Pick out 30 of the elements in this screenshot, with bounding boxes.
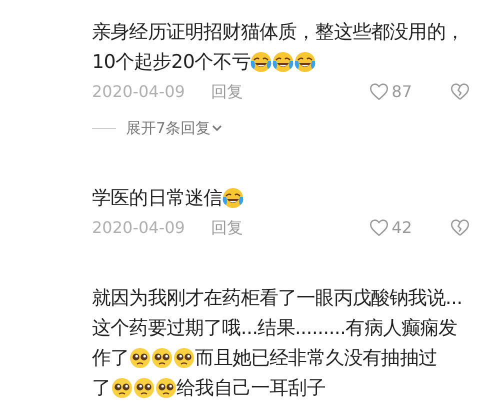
comment-date: 2020-04-09 bbox=[92, 81, 185, 103]
comment-text: 就因为我刚才在药柜看了一眼丙戊酸钠我说... bbox=[92, 286, 462, 311]
laughing-emoji-icon bbox=[272, 51, 294, 73]
comment-text: 10个起步20个不亏 bbox=[92, 50, 250, 75]
reply-link[interactable]: 回复 bbox=[210, 80, 243, 104]
comment-text: 这个药要过期了哦...结果.........有病人癫痫发 bbox=[92, 316, 458, 341]
comment-text: 亲身经历证明招财猫体质，整这些都没用的， bbox=[92, 20, 464, 45]
comment-text: 了 bbox=[92, 376, 111, 401]
broken-heart-icon[interactable] bbox=[450, 218, 470, 238]
like-count: 87 bbox=[392, 81, 412, 103]
comment-date: 2020-04-09 bbox=[92, 217, 185, 239]
comment-text: 学医的日常迷信 bbox=[92, 186, 222, 211]
pleading-emoji-icon bbox=[110, 377, 133, 399]
heart-icon[interactable] bbox=[368, 218, 389, 238]
reply-link[interactable]: 回复 bbox=[210, 216, 243, 240]
expand-replies-link[interactable]: 展开7条回复 bbox=[126, 116, 211, 140]
laughing-emoji-icon bbox=[222, 187, 244, 209]
broken-heart-icon[interactable] bbox=[450, 82, 470, 102]
like-count: 42 bbox=[392, 217, 412, 239]
comment-text: 作了 bbox=[92, 346, 130, 371]
pleading-emoji-icon bbox=[173, 347, 196, 369]
pleading-emoji-icon bbox=[151, 347, 174, 369]
pleading-emoji-icon bbox=[154, 377, 177, 399]
laughing-emoji-icon bbox=[294, 51, 316, 73]
comment-text: 而且她已经非常久没有抽抽过 bbox=[195, 346, 438, 371]
comment-text: 给我自己一耳刮子 bbox=[176, 376, 326, 401]
laughing-emoji-icon bbox=[250, 51, 272, 73]
heart-icon[interactable] bbox=[368, 82, 389, 102]
pleading-emoji-icon bbox=[129, 347, 152, 369]
pleading-emoji-icon bbox=[132, 377, 155, 399]
